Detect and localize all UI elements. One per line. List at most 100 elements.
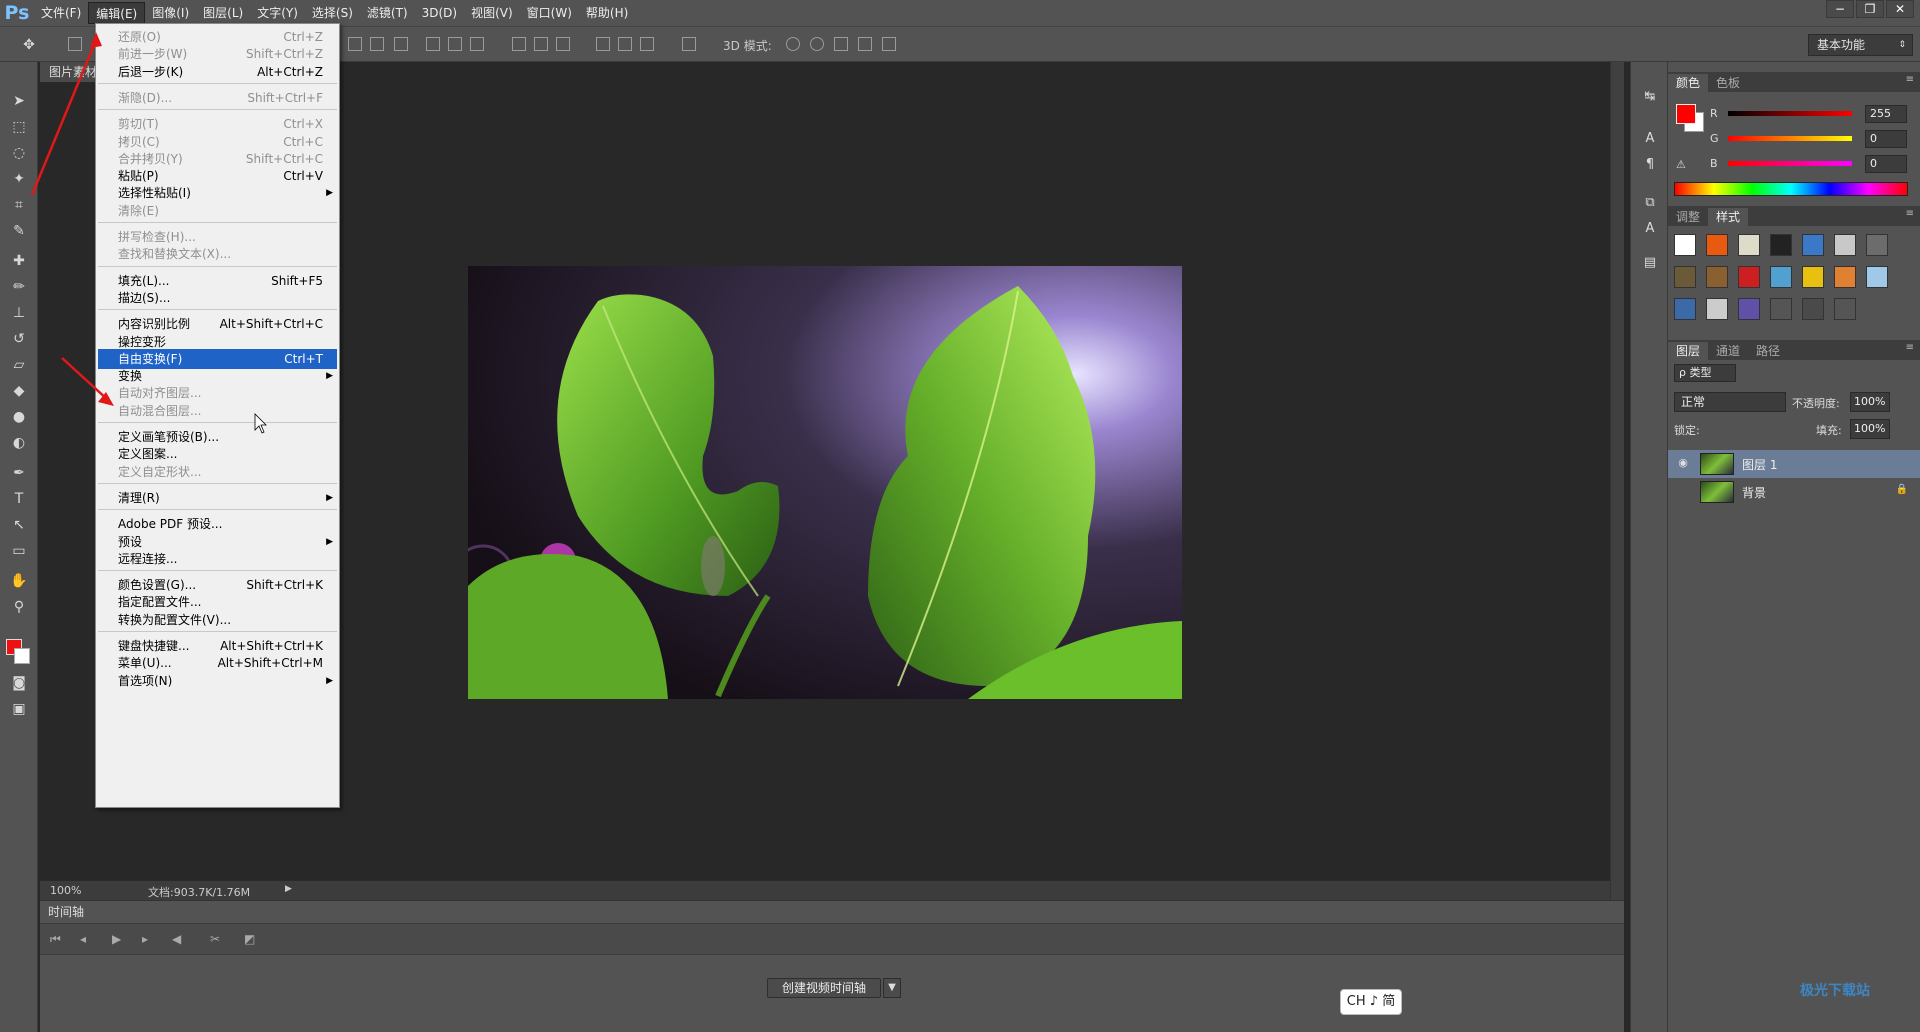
vertical-scrollbar[interactable] [1610, 62, 1624, 900]
paragraph-panel-icon[interactable]: ¶ [1641, 156, 1659, 174]
style-swatch[interactable] [1706, 234, 1728, 256]
gamut-warning-icon[interactable]: ⚠ [1676, 158, 1686, 171]
slider-r-track[interactable] [1728, 111, 1852, 116]
distribute-top-icon[interactable] [512, 37, 526, 51]
clone-source-panel-icon[interactable]: ⧉ [1641, 194, 1659, 212]
audio-icon[interactable]: ◀ [172, 932, 181, 946]
style-swatch[interactable] [1738, 298, 1760, 320]
marquee-tool-icon[interactable]: ⬚ [8, 116, 30, 138]
eyedropper-tool-icon[interactable]: ✎ [8, 220, 30, 242]
menu-1[interactable]: 编辑(E) [88, 2, 146, 24]
auto-align-icon[interactable] [682, 37, 696, 51]
crop-tool-icon[interactable]: ⌗ [8, 194, 30, 216]
zoom-level[interactable]: 100% [50, 884, 81, 897]
tab-adjustments[interactable]: 调整 [1668, 208, 1708, 226]
align-bottom-icon[interactable] [394, 37, 408, 51]
align-top-icon[interactable] [348, 37, 362, 51]
color-foreground-swatch[interactable] [1676, 104, 1696, 124]
properties-panel-icon[interactable]: ▤ [1641, 254, 1659, 272]
visibility-eye-icon[interactable]: ◉ [1676, 456, 1690, 470]
prev-frame-icon[interactable]: ◂ [80, 932, 86, 946]
eraser-tool-icon[interactable]: ▱ [8, 354, 30, 376]
edit-menu-item[interactable]: 首选项(N) ▶ [98, 671, 337, 691]
menu-10[interactable]: 帮助(H) [579, 2, 635, 24]
go-first-frame-icon[interactable]: ⏮ [50, 932, 61, 947]
next-frame-icon[interactable]: ▸ [142, 932, 148, 946]
move-tool-icon[interactable]: ➤ [8, 90, 30, 112]
edit-menu-item[interactable]: 描边(S)... [98, 288, 337, 308]
menu-8[interactable]: 视图(V) [464, 2, 520, 24]
distribute-vcenter-icon[interactable] [534, 37, 548, 51]
align-hcenter-icon[interactable] [448, 37, 462, 51]
blur-tool-icon[interactable]: ● [8, 406, 30, 428]
fill-value[interactable]: 100% [1850, 419, 1890, 439]
screen-mode-icon[interactable]: ▣ [8, 698, 30, 720]
menu-7[interactable]: 3D(D) [415, 2, 464, 24]
slider-b-track[interactable] [1728, 161, 1852, 166]
style-swatch[interactable] [1770, 266, 1792, 288]
menu-9[interactable]: 窗口(W) [520, 2, 579, 24]
visibility-eye-icon[interactable] [1676, 484, 1690, 498]
style-swatch[interactable] [1738, 266, 1760, 288]
distribute-left-icon[interactable] [596, 37, 610, 51]
style-swatch[interactable] [1802, 234, 1824, 256]
layer-row[interactable]: ◉ 图层 1 [1668, 450, 1920, 478]
style-swatch[interactable] [1738, 234, 1760, 256]
tab-paths[interactable]: 路径 [1748, 342, 1788, 360]
create-video-timeline-button[interactable]: 创建视频时间轴 [767, 978, 881, 998]
style-swatch[interactable] [1834, 234, 1856, 256]
3d-scale-icon[interactable] [882, 37, 896, 51]
style-swatch[interactable] [1866, 234, 1888, 256]
edit-menu-item[interactable]: 清理(R) ▶ [98, 488, 337, 508]
lock-icon[interactable]: 🔒 [1896, 484, 1908, 495]
style-swatch[interactable] [1834, 266, 1856, 288]
paint-bucket-tool-icon[interactable]: ◆ [8, 380, 30, 402]
leaf-photo-canvas[interactable] [468, 266, 1182, 699]
style-swatch[interactable] [1706, 266, 1728, 288]
chevron-down-icon[interactable]: ▼ [883, 978, 901, 998]
hand-tool-icon[interactable]: ✋ [8, 570, 30, 592]
pen-tool-icon[interactable]: ✒ [8, 462, 30, 484]
opacity-value[interactable]: 100% [1850, 392, 1890, 412]
style-swatch[interactable] [1706, 298, 1728, 320]
tab-layers[interactable]: 图层 [1668, 342, 1709, 360]
menu-3[interactable]: 图层(L) [196, 2, 250, 24]
transition-icon[interactable]: ◩ [244, 932, 255, 946]
layer-row[interactable]: 背景 🔒 [1668, 478, 1920, 506]
distribute-bottom-icon[interactable] [556, 37, 570, 51]
status-arrow-icon[interactable]: ▶ [285, 884, 292, 894]
blend-mode-select[interactable]: 正常 [1674, 392, 1786, 412]
3d-rotate-icon[interactable] [786, 37, 800, 51]
style-swatch[interactable] [1834, 298, 1856, 320]
panel-menu-icon[interactable]: ≡ [1906, 208, 1914, 219]
tab-color[interactable]: 颜色 [1668, 74, 1709, 92]
panel-menu-icon[interactable]: ≡ [1906, 342, 1914, 353]
tab-swatches[interactable]: 色板 [1708, 74, 1748, 92]
character-panel-icon[interactable]: A [1641, 130, 1659, 148]
edit-menu-item[interactable]: 远程连接... [98, 549, 337, 569]
menu-4[interactable]: 文字(Y) [250, 2, 305, 24]
3d-slide-icon[interactable] [858, 37, 872, 51]
align-vcenter-icon[interactable] [370, 37, 384, 51]
slider-r-value[interactable]: 255 [1865, 105, 1907, 123]
auto-select-checkbox[interactable] [68, 37, 82, 51]
style-swatch[interactable] [1674, 234, 1696, 256]
layer-kind-filter[interactable]: ρ 类型 [1674, 364, 1736, 382]
style-swatch[interactable] [1866, 266, 1888, 288]
brush-tool-icon[interactable]: ✏ [8, 276, 30, 298]
tab-channels[interactable]: 通道 [1708, 342, 1748, 360]
restore-icon[interactable]: ❐ [1856, 0, 1884, 18]
distribute-right-icon[interactable] [640, 37, 654, 51]
slider-g-value[interactable]: 0 [1865, 130, 1907, 148]
color-spectrum-bar[interactable] [1674, 182, 1908, 196]
paragraph-style-panel-icon[interactable]: A [1641, 220, 1659, 238]
style-swatch[interactable] [1674, 298, 1696, 320]
move-tool-preset-icon[interactable]: ✥ [18, 34, 40, 56]
ime-indicator[interactable]: CH ♪ 简 [1340, 989, 1402, 1015]
close-icon[interactable]: ✕ [1886, 0, 1914, 18]
quick-mask-icon[interactable]: ◙ [8, 672, 30, 694]
style-swatch[interactable] [1770, 298, 1792, 320]
menu-6[interactable]: 滤镜(T) [360, 2, 415, 24]
panel-menu-icon[interactable]: ≡ [1906, 74, 1914, 85]
clone-stamp-tool-icon[interactable]: ⊥ [8, 302, 30, 324]
